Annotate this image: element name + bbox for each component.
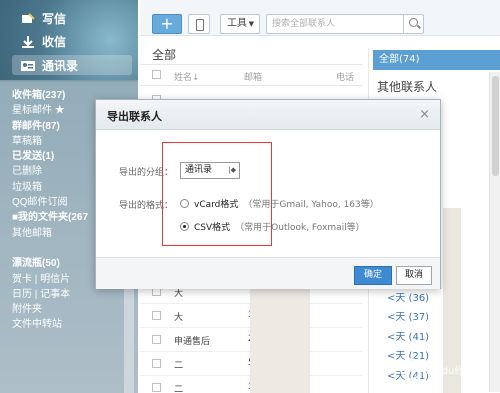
annotation-highlight-box	[162, 142, 272, 246]
dialog-header: 导出联系人 ×	[96, 100, 440, 130]
dialog-footer: 确定 取消	[96, 257, 440, 289]
dialog-title: 导出联系人	[107, 110, 162, 123]
confirm-button[interactable]: 确定	[354, 266, 392, 285]
export-dialog: 导出联系人 × 导出的分组： 通讯录 |◆ 导出的格式： vCard格式 （常用…	[95, 99, 441, 289]
cancel-button[interactable]: 取消	[396, 266, 432, 285]
watermark-text: Baidu经验	[426, 365, 475, 377]
watermark: Baidu经验	[400, 358, 474, 380]
close-icon[interactable]: ×	[419, 107, 430, 122]
baidu-paw-icon	[400, 358, 422, 380]
